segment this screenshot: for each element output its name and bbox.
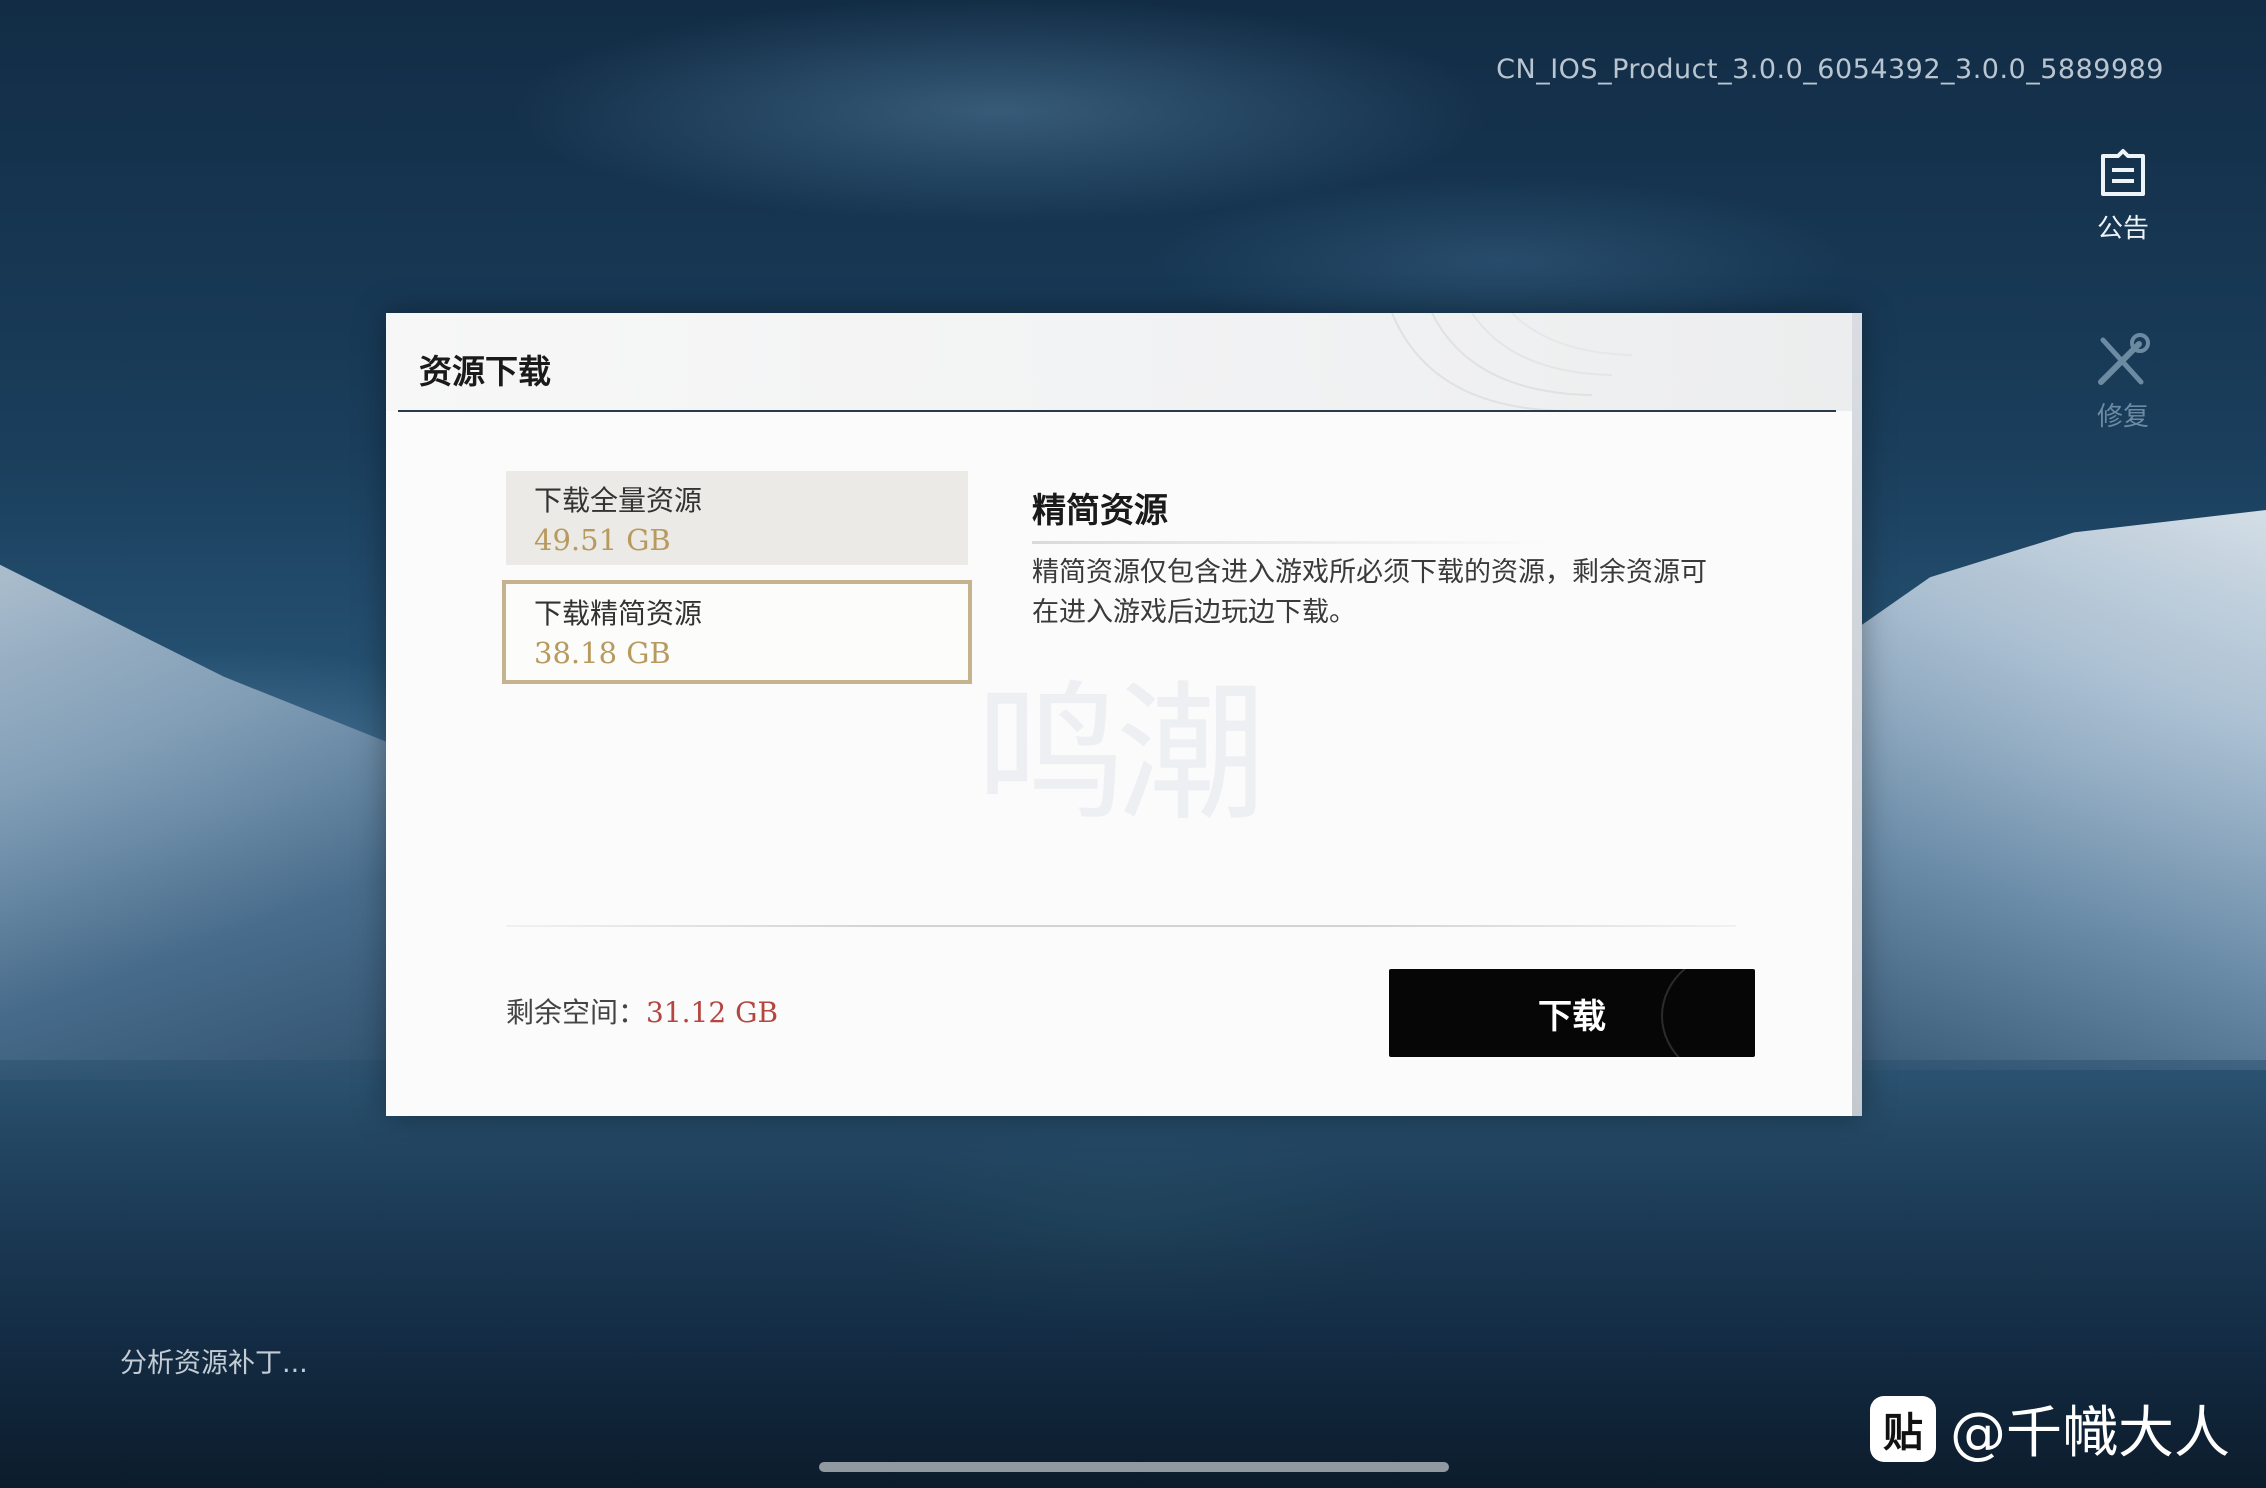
option-size: 38.18 GB <box>534 636 671 670</box>
notice-icon <box>2101 149 2145 196</box>
free-space-label: 剩余空间： <box>506 996 647 1029</box>
header-divider <box>398 410 1836 412</box>
brand-handle: @千幟大人 <box>1950 1401 2230 1466</box>
option-label: 下载全量资源 <box>534 484 703 517</box>
info-title: 精简资源 <box>1032 491 1168 531</box>
notice-button[interactable]: 公告 <box>2078 148 2168 245</box>
info-underline <box>1032 541 1552 544</box>
tieba-logo-icon: 贴 <box>1870 1395 1936 1462</box>
game-logo-watermark: 鸣潮 <box>976 668 1266 842</box>
info-description: 精简资源仅包含进入游戏所必须下载的资源，剩余资源可在进入游戏后边玩边下载。 <box>1032 557 1707 628</box>
download-button-label: 下载 <box>1538 996 1606 1037</box>
notice-label: 公告 <box>2096 214 2149 244</box>
status-text: 分析资源补丁... <box>120 1348 308 1379</box>
free-space-value: 31.12 GB <box>646 996 779 1029</box>
option-size: 49.51 GB <box>534 523 671 557</box>
dialog-title: 资源下载 <box>419 352 551 391</box>
button-decoration <box>1661 969 1755 1057</box>
dialog-header: 资源下载 <box>386 313 1862 411</box>
brand-watermark: 贴 @千幟大人 <box>1870 1388 2230 1469</box>
dialog-edge <box>1852 313 1862 1116</box>
option-full-resources[interactable]: 下载全量资源 49.51 GB <box>506 471 968 565</box>
version-string: CN_IOS_Product_3.0.0_6054392_3.0.0_58899… <box>1496 54 2164 85</box>
wrench-icon <box>2098 333 2150 385</box>
option-label: 下载精简资源 <box>534 597 703 630</box>
resource-download-dialog: 资源下载 下载全量资源 49.51 GB 下载精简资源 38.18 GB 鸣潮 … <box>386 313 1862 1116</box>
repair-label: 修复 <box>2096 402 2149 432</box>
download-button[interactable]: 下载 <box>1389 969 1755 1057</box>
header-decoration <box>1391 313 1633 411</box>
option-lite-resources[interactable]: 下载精简资源 38.18 GB <box>502 580 972 684</box>
footer-divider <box>506 925 1736 927</box>
free-space: 剩余空间：31.12 GB <box>506 991 778 1031</box>
home-indicator[interactable] <box>819 1462 1449 1472</box>
repair-button[interactable]: 修复 <box>2078 332 2168 433</box>
